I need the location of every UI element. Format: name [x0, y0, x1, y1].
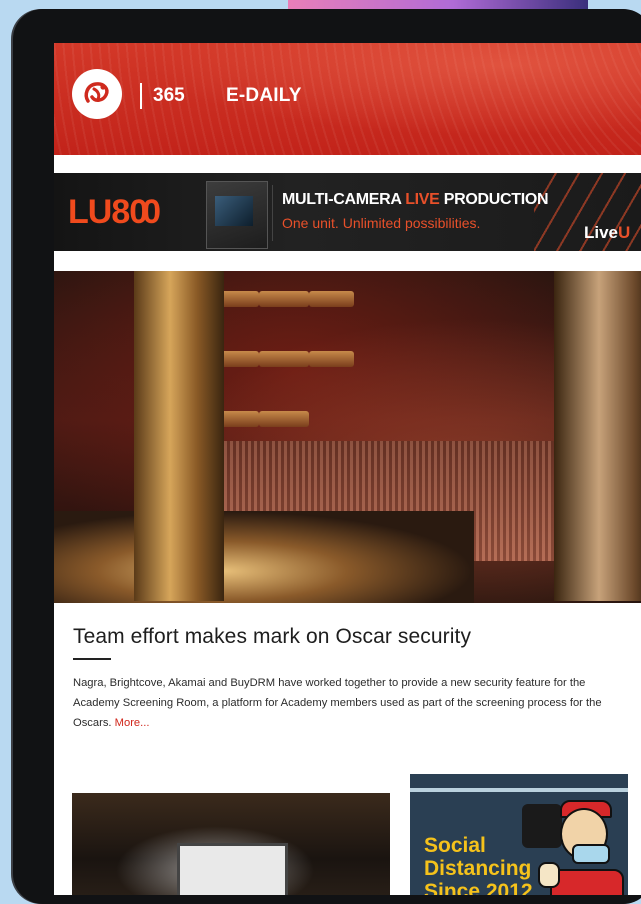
more-link[interactable]: More... — [115, 717, 150, 729]
curtain-left — [134, 271, 224, 601]
article-thumbnail-2[interactable]: Social Distancing Since 2012 — [410, 774, 628, 895]
ibc-logo-icon — [84, 82, 109, 103]
balcony — [259, 411, 309, 427]
body-illustration — [550, 869, 624, 895]
balcony — [259, 351, 309, 367]
article-thumbnail-1[interactable] — [72, 793, 390, 895]
lightbox — [177, 843, 288, 895]
balcony — [309, 291, 354, 307]
banner-headline: MULTI-CAMERA LIVE PRODUCTION — [282, 191, 549, 208]
newsletter-header: 365 E-DAILY — [54, 43, 641, 155]
balcony — [309, 351, 354, 367]
stage — [54, 511, 474, 603]
ibc-logo[interactable] — [72, 69, 122, 119]
banner-tagline: One unit. Unlimited possibilities. — [282, 215, 481, 231]
product-logo: LU800 — [68, 193, 161, 231]
balcony — [259, 291, 309, 307]
banner-divider — [272, 185, 273, 241]
headline-rule — [73, 658, 111, 660]
liveu-logo: LiveU — [584, 223, 631, 242]
newsletter-screen: 365 E-DAILY LU800 MULTI-CAMERA LIVE PROD… — [54, 43, 641, 895]
brand-number: 365 — [153, 85, 185, 106]
ad-banner[interactable]: LU800 MULTI-CAMERA LIVE PRODUCTION One u… — [54, 173, 641, 251]
product-device-image — [206, 181, 268, 249]
boom-pole — [410, 788, 628, 792]
article-headline[interactable]: Team effort makes mark on Oscar security — [73, 625, 633, 649]
logo-divider — [140, 83, 142, 109]
tablet-device: 365 E-DAILY LU800 MULTI-CAMERA LIVE PROD… — [13, 9, 641, 904]
mask-illustration — [572, 844, 610, 864]
curtain-right — [554, 271, 641, 601]
glove-illustration — [538, 862, 560, 888]
newsletter-title: E-DAILY — [226, 85, 302, 106]
article-body: Nagra, Brightcove, Akamai and BuyDRM hav… — [73, 677, 602, 729]
hero-image-oscars-theatre[interactable] — [54, 271, 641, 603]
thumbnail-title: Social Distancing Since 2012 — [424, 834, 533, 895]
